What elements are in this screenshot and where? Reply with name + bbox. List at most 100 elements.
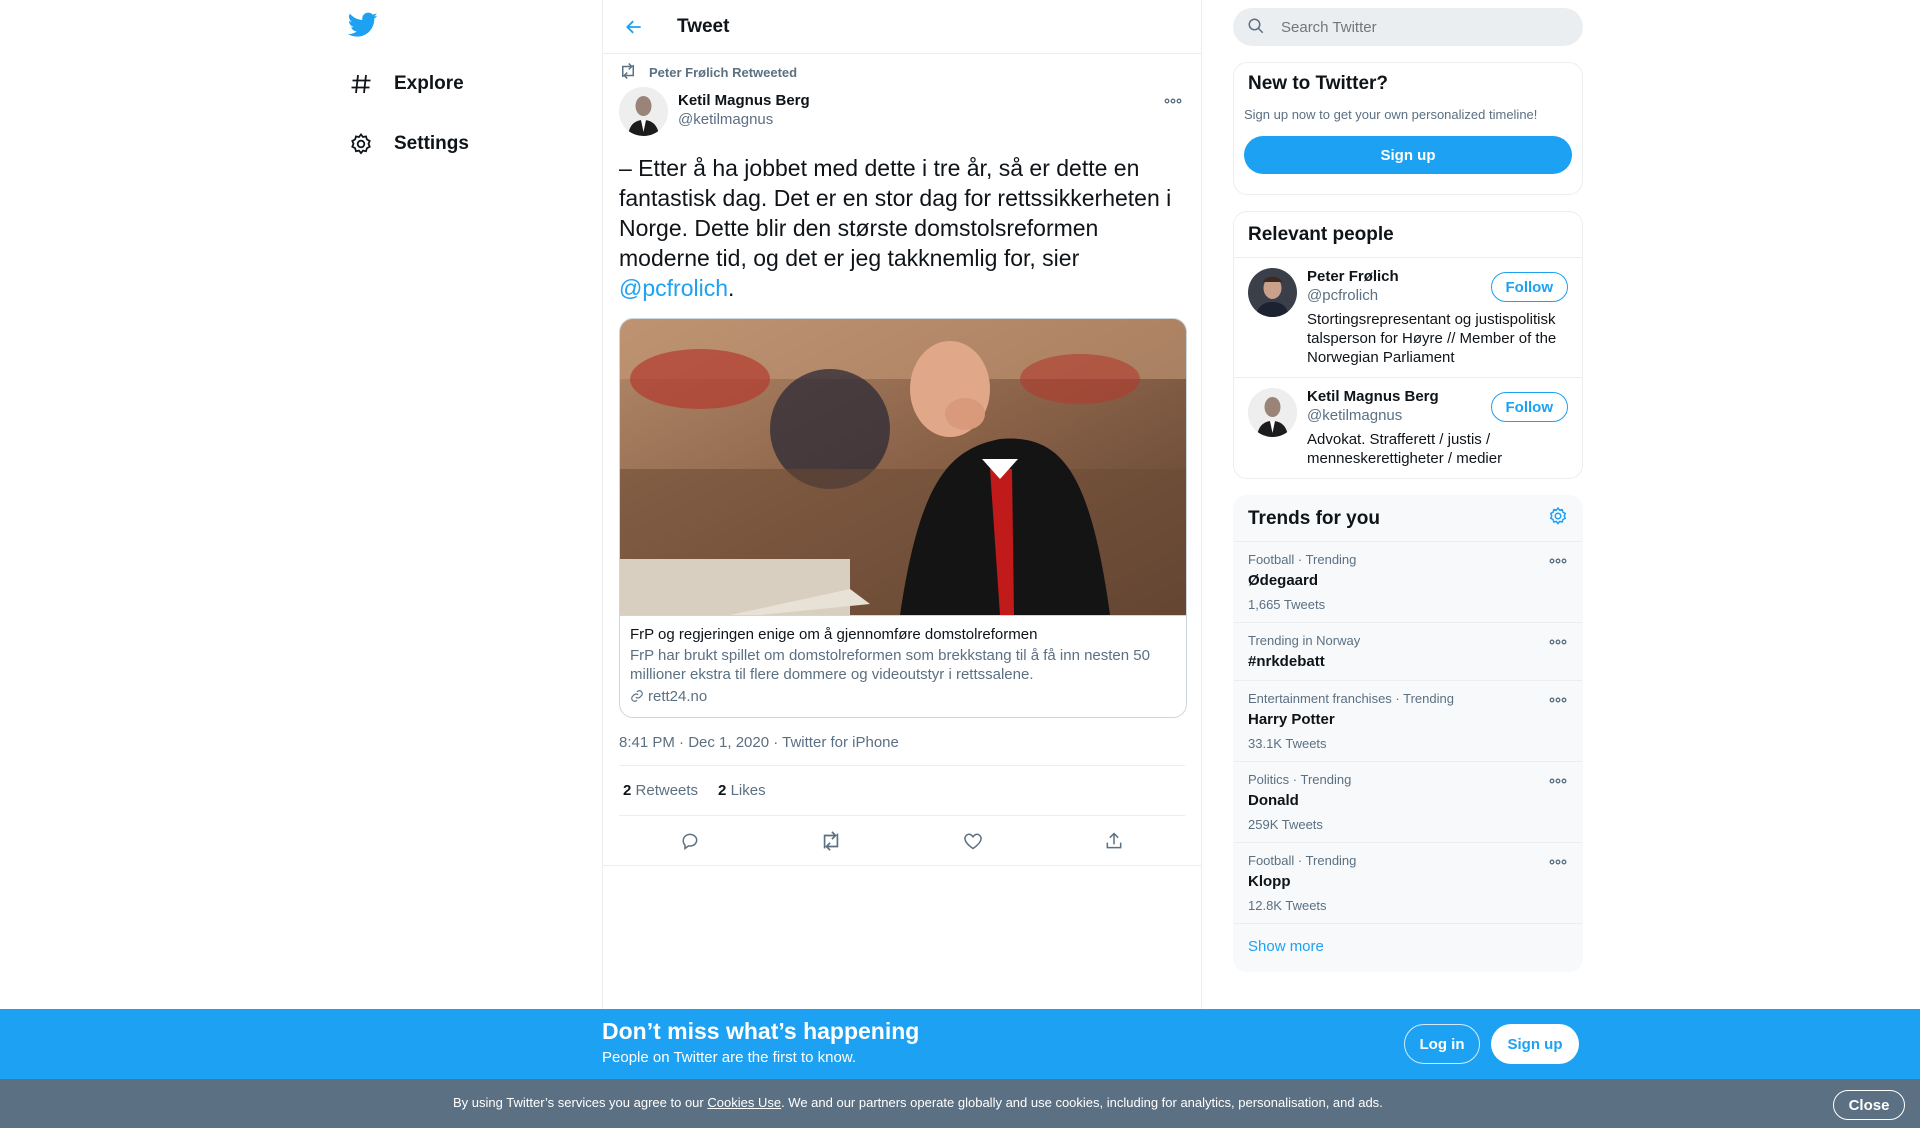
avatar[interactable] (1248, 388, 1297, 437)
link-icon (630, 689, 646, 705)
trend-count: 33.1K Tweets (1248, 736, 1327, 751)
trend-item[interactable]: Entertainment franchises · Trending Harr… (1234, 681, 1582, 762)
tweet-body: – Etter å ha jobbet med dette i tre år, … (619, 155, 1172, 271)
more-options-icon[interactable] (1548, 554, 1568, 568)
nav-settings-label: Settings (394, 133, 469, 154)
new-to-twitter-subtitle: Sign up now to get your own personalized… (1244, 107, 1538, 122)
gear-icon (348, 131, 374, 157)
signup-banner: Don’t miss what’s happening People on Tw… (0, 1009, 1920, 1079)
like-heart-icon[interactable] (961, 829, 985, 853)
page-title: Tweet (677, 15, 730, 37)
banner-subtitle: People on Twitter are the first to know. (602, 1049, 857, 1066)
trends-title: Trends for you (1248, 507, 1380, 529)
login-button[interactable]: Log in (1404, 1024, 1480, 1064)
nav-explore[interactable]: Explore (348, 64, 464, 104)
more-options-icon[interactable] (1163, 93, 1183, 109)
tweet-body-end: . (728, 275, 735, 301)
trend-name: Donald (1248, 792, 1299, 809)
trend-name: Ødegaard (1248, 572, 1319, 589)
trend-name: Klopp (1248, 873, 1291, 890)
card-description: FrP har brukt spillet om domstolreformen… (630, 647, 1150, 683)
nav-explore-label: Explore (394, 73, 464, 94)
new-to-twitter-box: New to Twitter? Sign up now to get your … (1233, 62, 1583, 195)
relevant-people-box: Relevant people Peter Frølich @pcfrolich… (1233, 211, 1583, 479)
relevant-people-title: Relevant people (1248, 223, 1394, 245)
tweet: Peter Frølich Retweeted Ketil Magnus Ber… (603, 62, 1201, 866)
more-options-icon[interactable] (1548, 774, 1568, 788)
trends-box: Trends for you Football · Trending Ødega… (1233, 495, 1583, 972)
more-options-icon[interactable] (1548, 855, 1568, 869)
signup-button[interactable]: Sign up (1491, 1024, 1579, 1064)
card-image (620, 319, 1186, 615)
trend-item[interactable]: Politics · Trending Donald 259K Tweets (1234, 762, 1582, 843)
trend-category: Entertainment franchises · Trending (1248, 691, 1454, 706)
share-icon[interactable] (1102, 829, 1126, 853)
cookie-text: By using Twitter’s services you agree to… (453, 1095, 1383, 1110)
relevant-people-header: Relevant people (1234, 212, 1582, 258)
trend-name: #nrkdebatt (1248, 653, 1325, 670)
cookie-text-before: By using Twitter’s services you agree to… (453, 1095, 708, 1110)
reply-icon[interactable] (678, 829, 702, 853)
follow-button[interactable]: Follow (1490, 392, 1568, 422)
retweet-context: Peter Frølich Retweeted (619, 62, 1185, 81)
likes-stat[interactable]: 2 Likes (718, 782, 766, 799)
trend-item[interactable]: Football · Trending Ødegaard 1,665 Tweet… (1234, 542, 1582, 623)
trend-name: Harry Potter (1248, 711, 1335, 728)
mention-link[interactable]: @pcfrolich (619, 275, 728, 301)
trends-settings-gear-icon[interactable] (1548, 506, 1568, 531)
cookie-banner: By using Twitter’s services you agree to… (0, 1079, 1920, 1128)
tweet-author: Ketil Magnus Berg @ketilmagnus (619, 87, 1185, 139)
trend-category: Trending in Norway (1248, 633, 1361, 648)
tweet-stats: 2 Retweets 2 Likes (619, 766, 1185, 816)
avatar[interactable] (1248, 268, 1297, 317)
likes-label: Likes (730, 782, 766, 799)
person-bio: Advokat. Strafferett / justis / menneske… (1307, 431, 1503, 467)
banner-title: Don’t miss what’s happening (602, 1018, 920, 1044)
retweets-label: Retweets (635, 782, 699, 799)
twitter-logo-icon[interactable] (347, 12, 380, 42)
card-domain: rett24.no (648, 688, 708, 705)
retweet-action-icon[interactable] (819, 829, 843, 853)
new-to-twitter-title: New to Twitter? (1248, 73, 1389, 94)
link-card[interactable]: FrP og regjeringen enige om å gjennomfør… (619, 318, 1187, 718)
search-icon (1247, 17, 1267, 37)
trend-category: Football · Trending (1248, 552, 1357, 567)
trend-category: Football · Trending (1248, 853, 1357, 868)
author-name[interactable]: Ketil Magnus Berg (678, 92, 810, 109)
retweet-icon (619, 62, 639, 81)
sidebar-signup-button[interactable]: Sign up (1244, 136, 1572, 174)
likes-count: 2 (718, 782, 727, 799)
trend-category: Politics · Trending (1248, 772, 1352, 787)
tweet-actions (603, 816, 1201, 866)
retweets-stat[interactable]: 2 Retweets (623, 782, 698, 799)
trends-header: Trends for you (1234, 496, 1582, 542)
main-column: Tweet Peter Frølich Retweeted Ketil Magn… (602, 0, 1202, 1128)
retweets-count: 2 (623, 782, 632, 799)
trend-item[interactable]: Football · Trending Klopp 12.8K Tweets (1234, 843, 1582, 924)
show-more-link[interactable]: Show more (1234, 924, 1582, 971)
tweet-text: – Etter å ha jobbet med dette i tre år, … (619, 153, 1189, 303)
more-options-icon[interactable] (1548, 635, 1568, 649)
more-options-icon[interactable] (1548, 693, 1568, 707)
back-arrow-icon[interactable] (619, 12, 649, 42)
avatar[interactable] (619, 87, 668, 136)
nav-settings[interactable]: Settings (348, 124, 469, 164)
header: Tweet (603, 0, 1201, 54)
person-card[interactable]: Peter Frølich @pcfrolich Stortingsrepres… (1234, 258, 1582, 378)
trend-count: 12.8K Tweets (1248, 898, 1327, 913)
card-title: FrP og regjeringen enige om å gjennomfør… (630, 626, 1038, 643)
trend-count: 259K Tweets (1248, 817, 1323, 832)
follow-button[interactable]: Follow (1490, 272, 1568, 302)
search-input[interactable] (1281, 18, 1561, 36)
author-handle[interactable]: @ketilmagnus (678, 111, 810, 128)
close-button[interactable]: Close (1833, 1090, 1905, 1120)
person-card[interactable]: Ketil Magnus Berg @ketilmagnus Advokat. … (1234, 378, 1582, 478)
search-bar[interactable] (1233, 8, 1583, 46)
cookies-use-link[interactable]: Cookies Use (707, 1095, 781, 1110)
right-sidebar: New to Twitter? Sign up now to get your … (1233, 0, 1583, 972)
trend-item[interactable]: Trending in Norway #nrkdebatt (1234, 623, 1582, 681)
retweeted-by[interactable]: Peter Frølich Retweeted (649, 65, 797, 80)
hashtag-icon (348, 71, 374, 97)
person-bio: Stortingsrepresentant og justispolitisk … (1307, 311, 1557, 366)
tweet-meta[interactable]: 8:41 PM · Dec 1, 2020 · Twitter for iPho… (619, 732, 1185, 766)
